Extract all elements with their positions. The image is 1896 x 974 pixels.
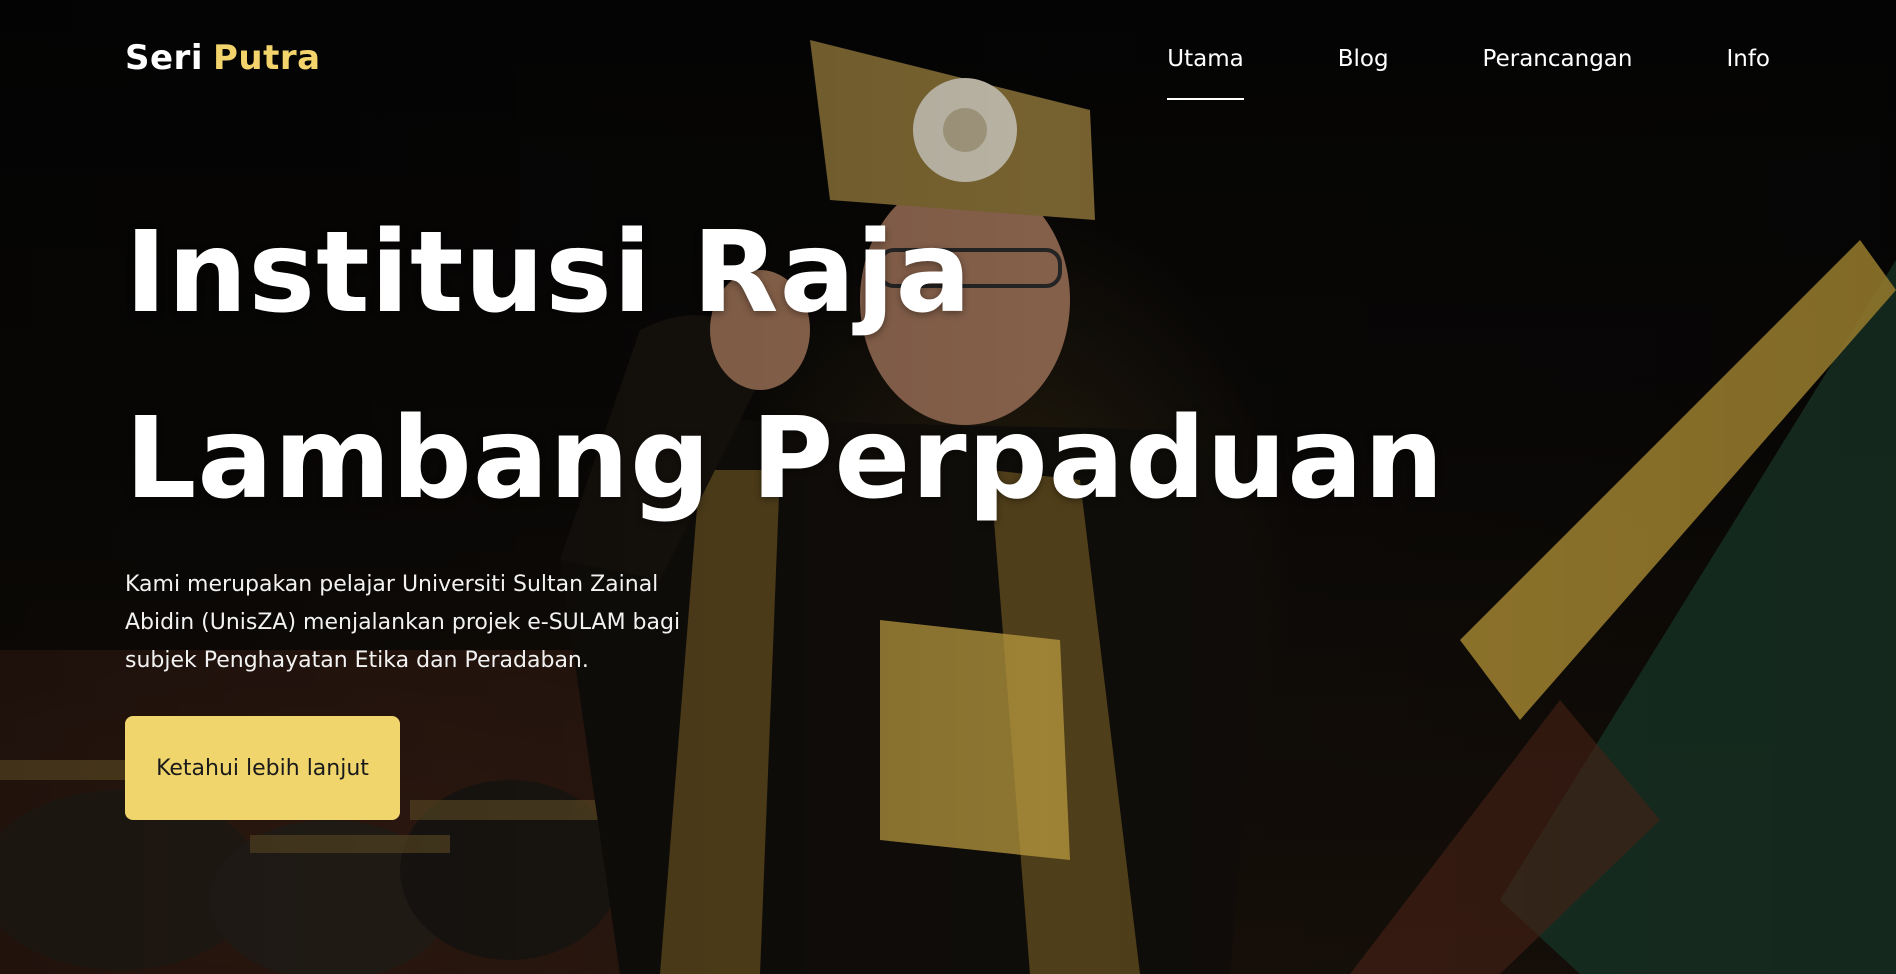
learn-more-button[interactable]: Ketahui lebih lanjut [125, 716, 400, 820]
main-navigation: Utama Blog Perancangan Info [1167, 46, 1770, 100]
hero-description: Kami merupakan pelajar Universiti Sultan… [125, 572, 681, 673]
nav-item-perancangan[interactable]: Perancangan [1483, 46, 1633, 72]
hero-title: Institusi Raja Lambang Perpaduan [125, 180, 1445, 552]
hero-title-line-2: Lambang Perpaduan [125, 394, 1445, 524]
hero-title-line-1: Institusi Raja [125, 208, 973, 338]
nav-item-info[interactable]: Info [1726, 46, 1770, 72]
nav-item-blog[interactable]: Blog [1338, 46, 1389, 72]
site-logo[interactable]: Seri Putra [125, 38, 321, 78]
brand-word-1: Seri [125, 38, 203, 78]
brand-word-2: Putra [212, 38, 321, 78]
nav-item-utama[interactable]: Utama [1167, 46, 1245, 100]
